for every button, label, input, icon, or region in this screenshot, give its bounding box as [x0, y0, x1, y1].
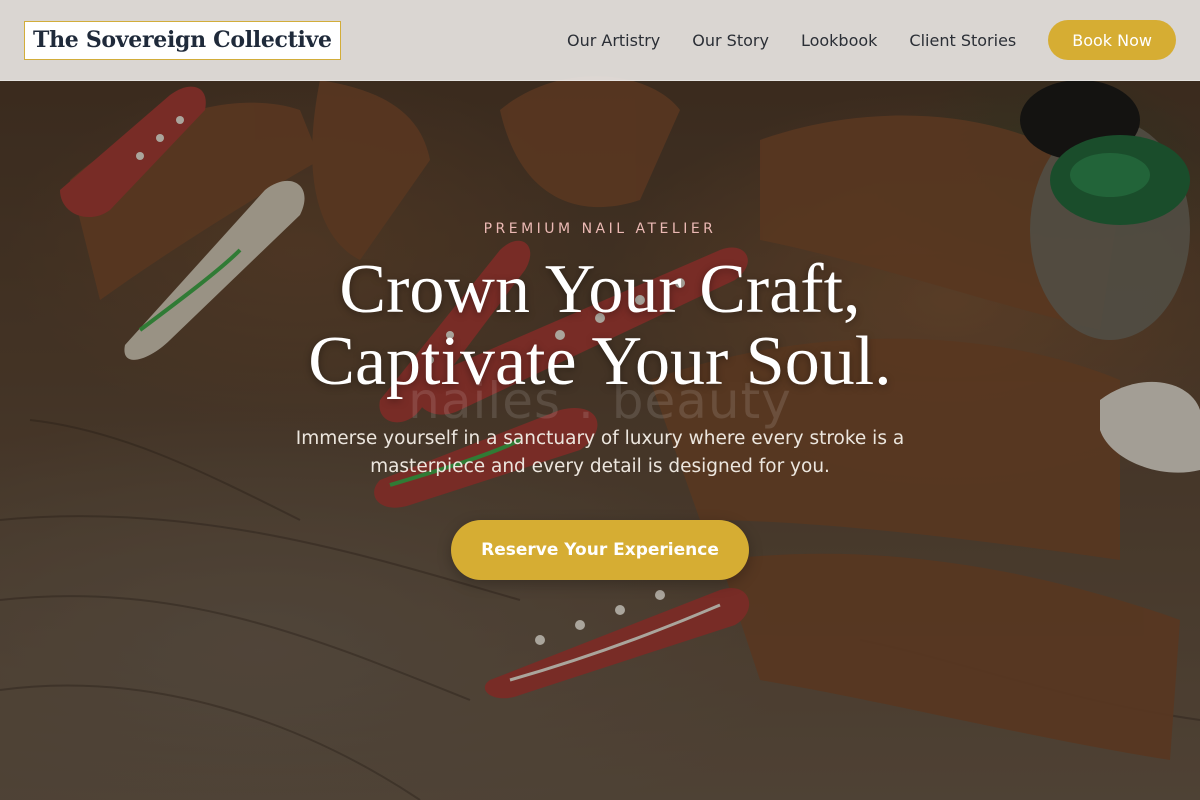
hero-eyebrow: PREMIUM NAIL ATELIER — [483, 221, 717, 237]
site-header: The Sovereign Collective Our Artistry Ou… — [0, 0, 1200, 81]
brand-logo[interactable]: The Sovereign Collective — [24, 20, 341, 60]
nav-link-client-stories[interactable]: Client Stories — [909, 31, 1016, 50]
book-now-button[interactable]: Book Now — [1048, 20, 1176, 60]
nav-link-lookbook[interactable]: Lookbook — [801, 31, 877, 50]
hero-section: PREMIUM NAIL ATELIER nailes . beauty Cro… — [0, 0, 1200, 800]
nav-link-our-story[interactable]: Our Story — [692, 31, 769, 50]
hero-headline-line2: Captivate Your Soul. — [308, 323, 892, 400]
main-nav: Our Artistry Our Story Lookbook Client S… — [567, 31, 1016, 50]
reserve-experience-button[interactable]: Reserve Your Experience — [451, 520, 749, 580]
nav-link-our-artistry[interactable]: Our Artistry — [567, 31, 660, 50]
hero-subtext: Immerse yourself in a sanctuary of luxur… — [295, 428, 905, 477]
hero-headline: Crown Your Craft, Captivate Your Soul. — [0, 254, 1200, 398]
hero-content: PREMIUM NAIL ATELIER nailes . beauty Cro… — [0, 0, 1200, 800]
hero-headline-line1: Crown Your Craft, — [339, 251, 861, 328]
